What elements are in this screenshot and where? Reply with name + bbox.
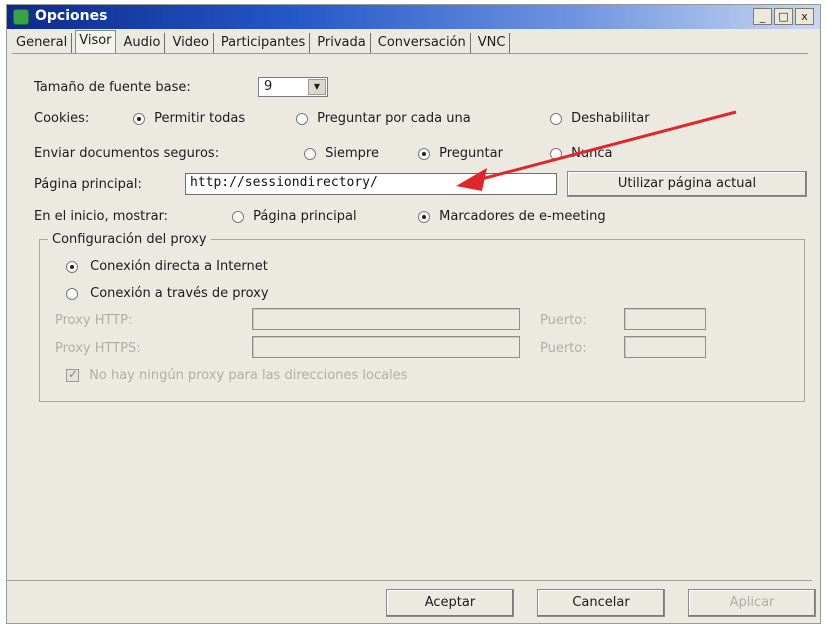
secure-docs-label: Enviar documentos seguros: xyxy=(34,146,220,161)
cookies-option-deshabilitar[interactable]: Deshabilitar xyxy=(550,111,650,126)
apply-button[interactable]: Aplicar xyxy=(688,589,816,617)
radio-siempre-label: Siempre xyxy=(325,146,379,161)
tab-audio[interactable]: Audio xyxy=(120,33,166,53)
no-proxy-local-option[interactable]: No hay ningún proxy para las direcciones… xyxy=(66,367,408,383)
no-proxy-local-checkbox[interactable] xyxy=(66,367,79,382)
tab-visor[interactable]: Visor xyxy=(75,30,116,53)
proxy-option-via[interactable]: Conexión a través de proxy xyxy=(66,286,269,301)
proxy-http-port-input[interactable] xyxy=(624,308,706,330)
tab-divider xyxy=(12,53,808,54)
title-bar[interactable]: Opciones _ □ x xyxy=(7,5,820,29)
radio-marcadores-label: Marcadores de e-meeting xyxy=(439,209,606,224)
tab-vnc[interactable]: VNC xyxy=(474,33,511,53)
proxy-https-port-input[interactable] xyxy=(624,336,706,358)
tab-bar: General Visor Audio Video Participantes … xyxy=(12,30,513,53)
close-button[interactable]: x xyxy=(795,8,814,25)
radio-preguntar-cada-una[interactable] xyxy=(296,112,308,125)
radio-deshabilitar-label: Deshabilitar xyxy=(571,111,650,126)
cancel-button[interactable]: Cancelar xyxy=(537,589,665,617)
startup-label: En el inicio, mostrar: xyxy=(34,209,169,224)
startup-option-marcadores[interactable]: Marcadores de e-meeting xyxy=(418,209,606,224)
proxy-https-input[interactable] xyxy=(252,336,520,358)
homepage-input[interactable]: http://sessiondirectory/ xyxy=(185,173,557,195)
startup-option-pagina[interactable]: Página principal xyxy=(232,209,357,224)
font-size-label: Tamaño de fuente base: xyxy=(34,80,191,95)
radio-preguntar-label: Preguntar xyxy=(439,146,503,161)
proxy-https-port-label: Puerto: xyxy=(540,341,587,356)
footer-separator xyxy=(6,580,812,581)
use-current-page-button[interactable]: Utilizar página actual xyxy=(567,171,807,197)
radio-via-proxy-label: Conexión a través de proxy xyxy=(90,286,269,301)
radio-preguntar-cada-una-label: Preguntar por cada una xyxy=(317,111,471,126)
proxy-http-port-label: Puerto: xyxy=(540,313,587,328)
chevron-down-icon[interactable]: ▼ xyxy=(308,79,326,95)
radio-nunca[interactable] xyxy=(550,147,562,160)
radio-preguntar[interactable] xyxy=(418,147,430,160)
secure-docs-option-nunca[interactable]: Nunca xyxy=(550,146,612,161)
accept-button[interactable]: Aceptar xyxy=(386,589,514,617)
homepage-label: Página principal: xyxy=(34,177,142,192)
radio-permitir-todas-label: Permitir todas xyxy=(154,111,246,126)
font-size-select[interactable]: 9 ▼ xyxy=(258,77,328,97)
radio-direct[interactable] xyxy=(66,260,78,273)
radio-siempre[interactable] xyxy=(304,147,316,160)
window-controls: _ □ x xyxy=(753,8,814,25)
no-proxy-local-label: No hay ningún proxy para las direcciones… xyxy=(89,368,408,383)
tab-privada[interactable]: Privada xyxy=(313,33,371,53)
proxy-http-input[interactable] xyxy=(252,308,520,330)
window-title: Opciones xyxy=(35,8,108,24)
proxy-https-label: Proxy HTTPS: xyxy=(55,341,141,356)
tab-participantes[interactable]: Participantes xyxy=(217,33,311,53)
secure-docs-option-preguntar[interactable]: Preguntar xyxy=(418,146,503,161)
proxy-group-title: Configuración del proxy xyxy=(48,232,211,247)
radio-direct-label: Conexión directa a Internet xyxy=(90,259,268,274)
proxy-http-label: Proxy HTTP: xyxy=(55,313,133,328)
radio-pagina-principal[interactable] xyxy=(232,210,244,223)
cookies-label: Cookies: xyxy=(34,111,90,126)
radio-via-proxy[interactable] xyxy=(66,287,78,300)
maximize-button[interactable]: □ xyxy=(774,8,793,25)
tab-general[interactable]: General xyxy=(12,33,73,53)
minimize-button[interactable]: _ xyxy=(753,8,772,25)
font-size-value: 9 xyxy=(264,79,273,94)
tab-conversacion[interactable]: Conversación xyxy=(374,33,471,53)
radio-permitir-todas[interactable] xyxy=(133,112,145,125)
cookies-option-preguntar[interactable]: Preguntar por cada una xyxy=(296,111,471,126)
proxy-option-direct[interactable]: Conexión directa a Internet xyxy=(66,259,268,274)
secure-docs-option-siempre[interactable]: Siempre xyxy=(304,146,379,161)
tab-video[interactable]: Video xyxy=(168,33,214,53)
cookies-option-permitir[interactable]: Permitir todas xyxy=(133,111,245,126)
radio-nunca-label: Nunca xyxy=(571,146,613,161)
radio-pagina-principal-label: Página principal xyxy=(253,209,357,224)
app-icon xyxy=(13,9,29,25)
radio-marcadores[interactable] xyxy=(418,210,430,223)
radio-deshabilitar[interactable] xyxy=(550,112,562,125)
